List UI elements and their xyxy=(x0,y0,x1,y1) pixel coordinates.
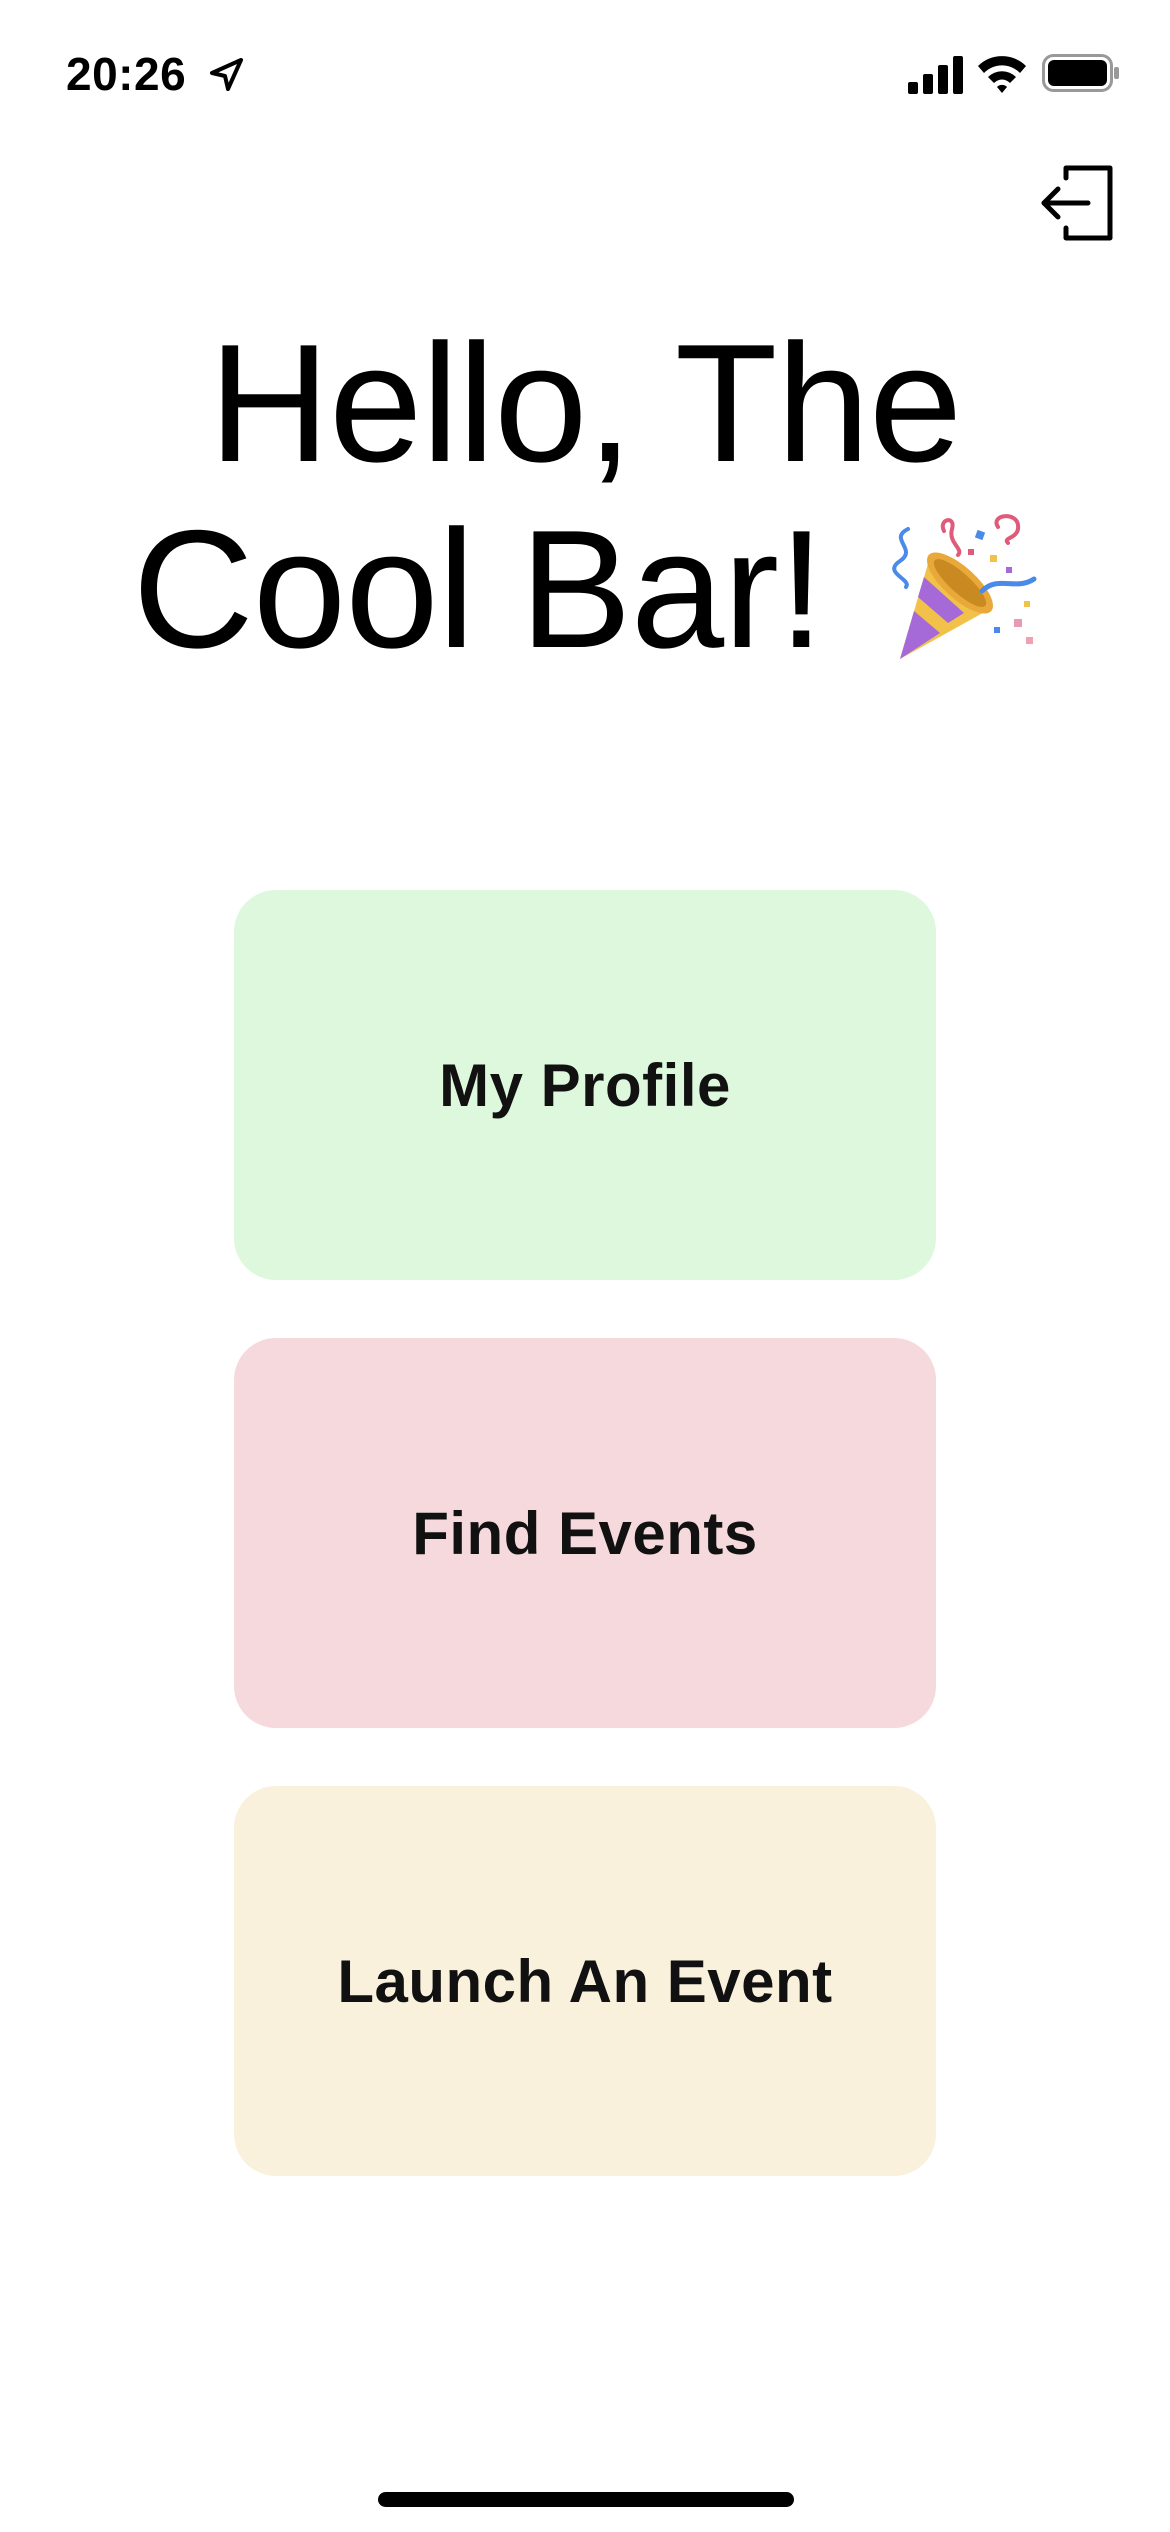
greeting-text: Hello, The Cool Bar! xyxy=(132,309,963,683)
home-indicator[interactable] xyxy=(378,2492,794,2507)
greeting-title: Hello, The Cool Bar! xyxy=(60,310,1110,682)
launch-event-button[interactable]: Launch An Event xyxy=(234,1786,936,2176)
status-time: 20:26 xyxy=(66,48,187,100)
my-profile-label: My Profile xyxy=(439,1051,731,1119)
cellular-signal-icon xyxy=(908,56,964,94)
party-popper-icon xyxy=(878,509,1038,669)
location-arrow-icon xyxy=(206,55,246,95)
home-screen: 20:26 Hello, The Cool Bar! My Profile Fi… xyxy=(0,0,1170,2532)
my-profile-button[interactable]: My Profile xyxy=(234,890,936,1280)
battery-icon xyxy=(1042,54,1120,92)
logout-button[interactable] xyxy=(1036,162,1116,242)
find-events-button[interactable]: Find Events xyxy=(234,1338,936,1728)
find-events-label: Find Events xyxy=(412,1499,758,1567)
launch-event-label: Launch An Event xyxy=(337,1947,833,2015)
status-bar: 20:26 xyxy=(0,0,1170,150)
wifi-icon xyxy=(976,52,1028,94)
logout-icon xyxy=(1041,165,1113,241)
main-menu: My Profile Find Events Launch An Event xyxy=(234,890,936,2234)
